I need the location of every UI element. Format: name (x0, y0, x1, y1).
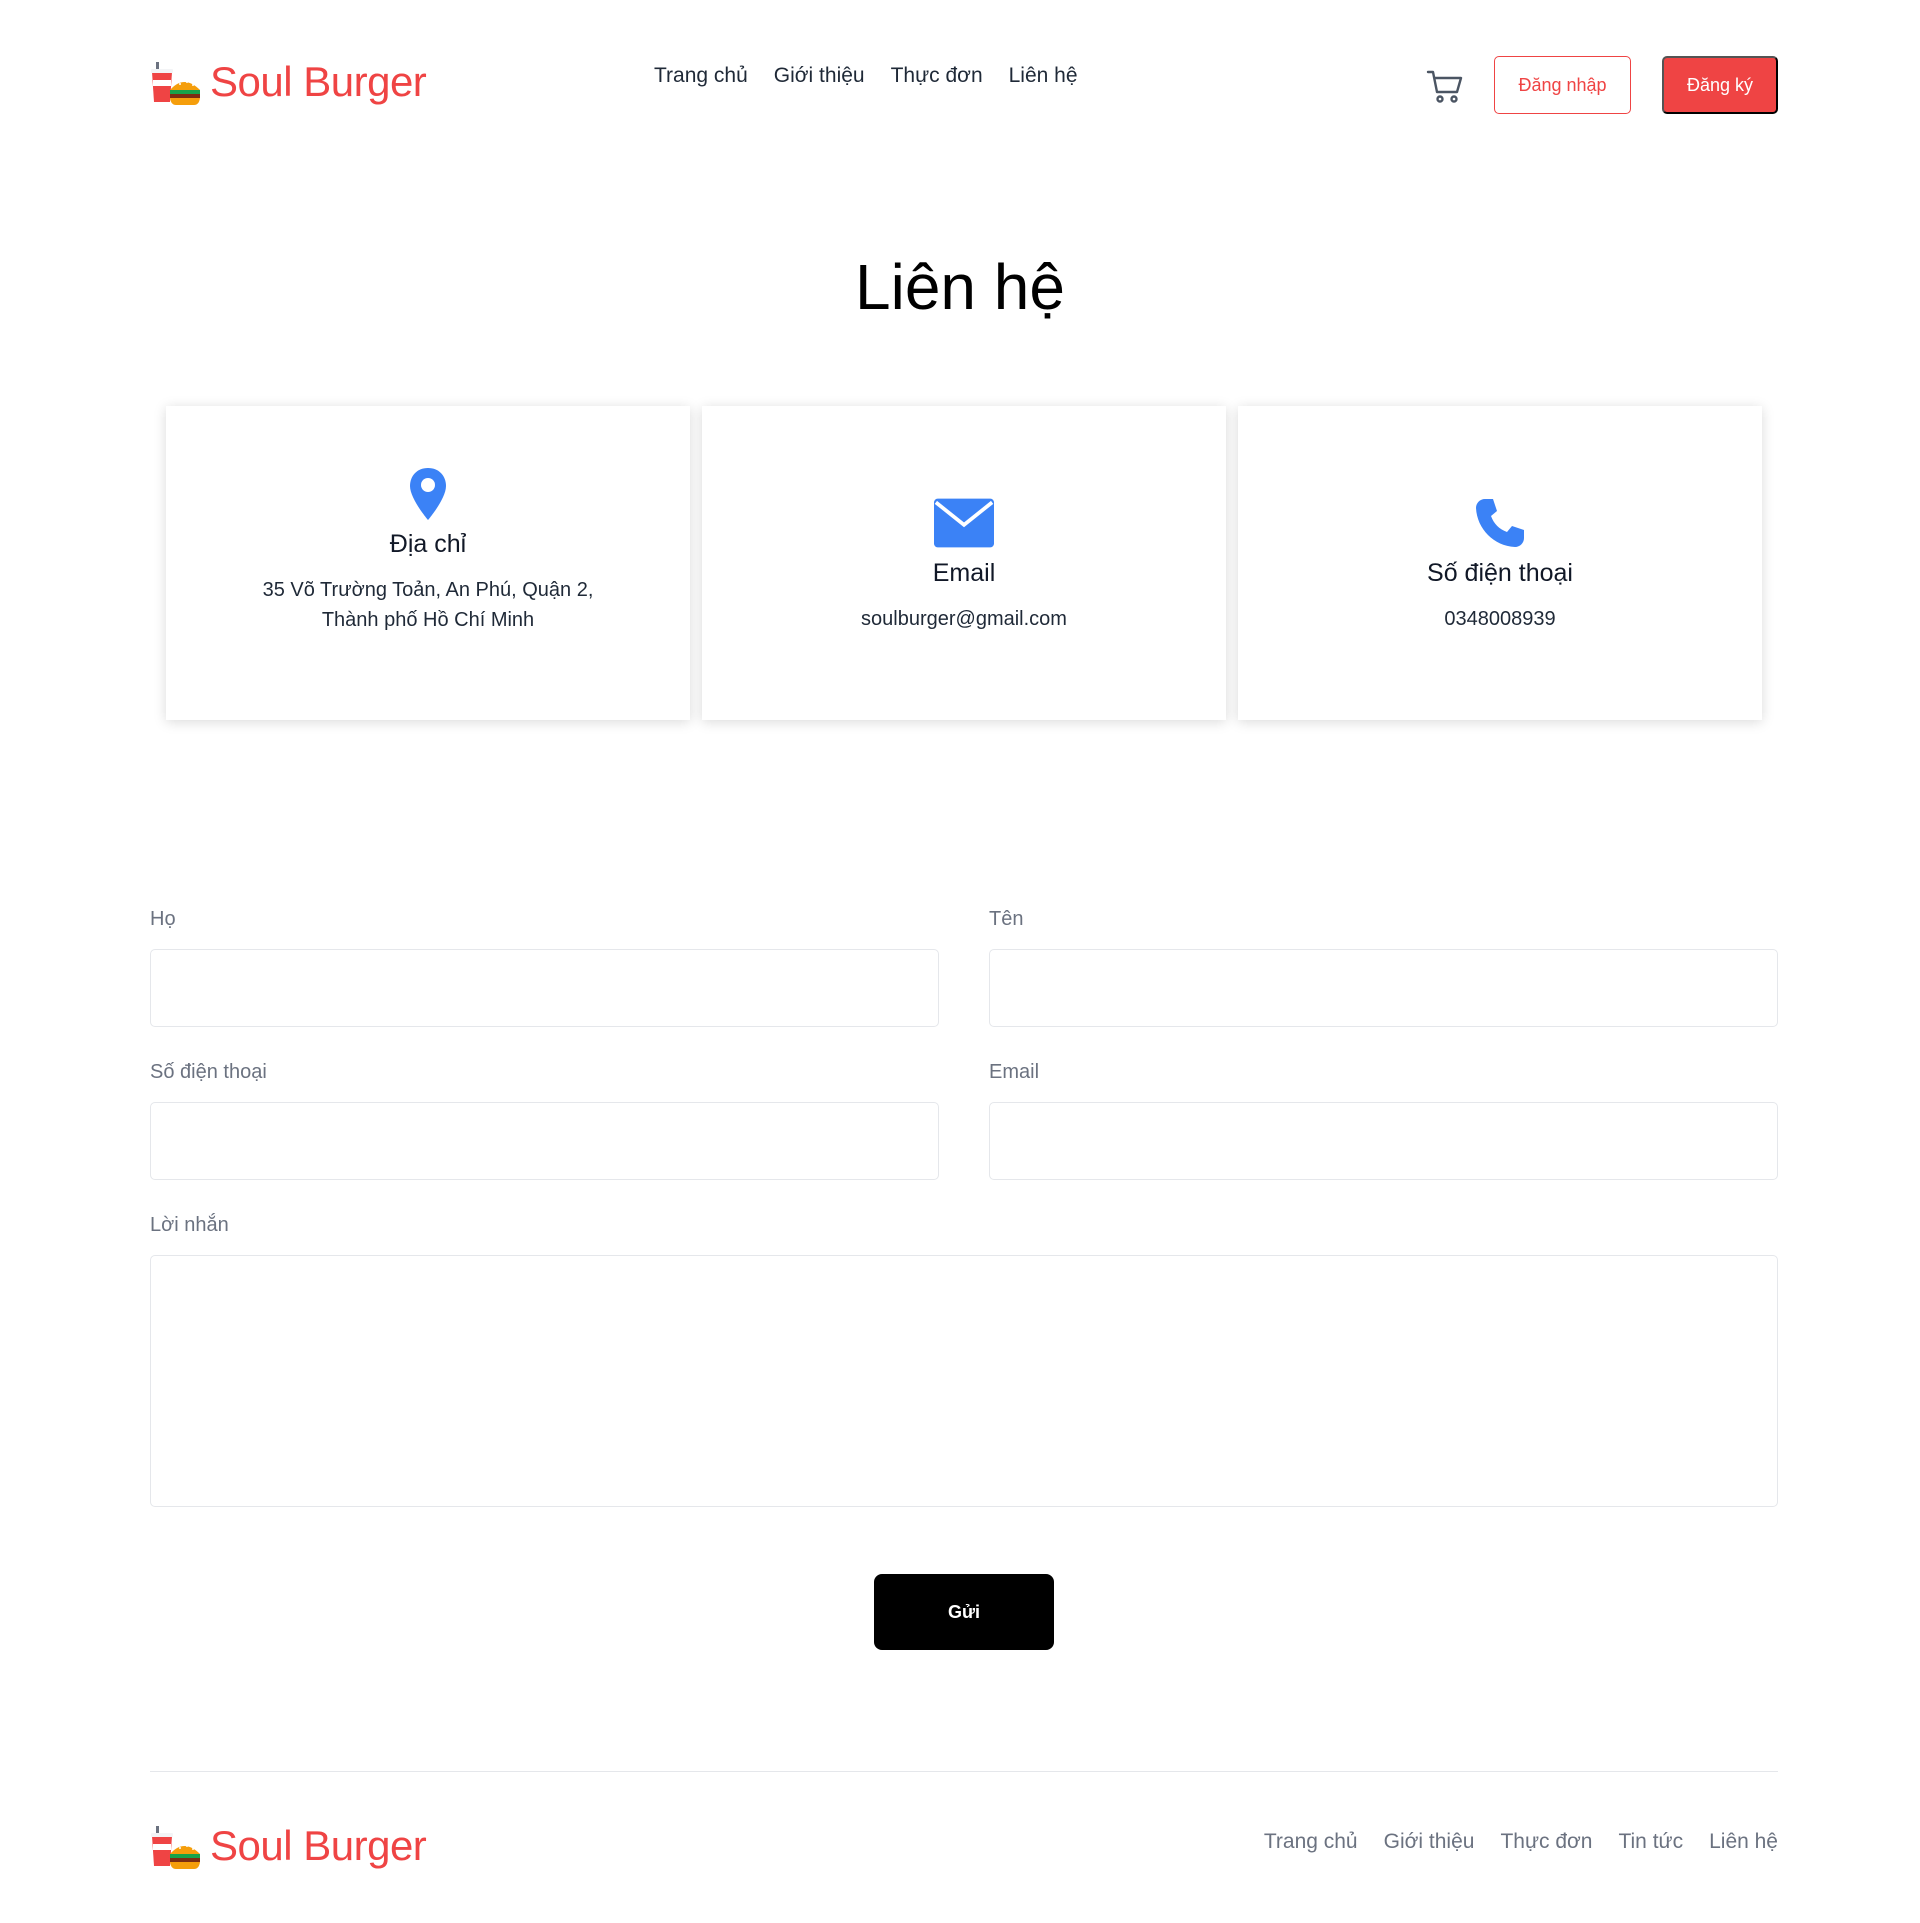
submit-button[interactable]: Gửi (874, 1574, 1054, 1650)
email-text[interactable]: soulburger@gmail.com (861, 604, 1067, 634)
main-nav: Trang chủ Giới thiệu Thực đơn Liên hệ (654, 64, 1078, 88)
burger-drink-icon (151, 1826, 200, 1869)
footer-nav-item-about[interactable]: Giới thiệu (1384, 1830, 1475, 1854)
burger-drink-icon (151, 62, 200, 105)
email-title: Email (932, 558, 996, 587)
footer-nav-item-home[interactable]: Trang chủ (1264, 1830, 1358, 1854)
page-title: Liên hệ (855, 251, 1065, 323)
nav-item-about[interactable]: Giới thiệu (774, 64, 865, 88)
phone-card: Số điện thoại 0348008939 (1238, 406, 1762, 720)
first-name-label: Tên (989, 908, 1024, 930)
address-card: Địa chỉ 35 Võ Trường Toản, An Phú, Quận … (166, 406, 690, 720)
phone-icon (1470, 493, 1530, 553)
phone-text[interactable]: 0348008939 (1444, 604, 1555, 634)
map-pin-icon (398, 464, 458, 524)
first-name-input[interactable] (989, 949, 1778, 1027)
brand-logo[interactable]: Soul Burger (150, 54, 427, 110)
footer-brand-logo[interactable]: Soul Burger (150, 1818, 427, 1874)
footer-nav-item-contact[interactable]: Liên hệ (1709, 1830, 1778, 1854)
nav-item-home[interactable]: Trang chủ (654, 64, 748, 88)
last-name-label: Họ (150, 908, 176, 930)
login-button[interactable]: Đăng nhập (1494, 56, 1631, 114)
address-text: 35 Võ Trường Toản, An Phú, Quận 2, Thành… (262, 578, 594, 631)
message-textarea[interactable] (150, 1255, 1778, 1507)
footer-nav-item-news[interactable]: Tin tức (1618, 1830, 1683, 1854)
phone-title: Số điện thoại (1427, 558, 1573, 587)
footer-brand-name: Soul Burger (210, 1822, 427, 1869)
phone-input[interactable] (150, 1102, 939, 1180)
signup-button[interactable]: Đăng ký (1662, 56, 1778, 114)
email-card: Email soulburger@gmail.com (702, 406, 1226, 720)
contact-info-cards: Địa chỉ 35 Võ Trường Toản, An Phú, Quận … (166, 406, 1762, 720)
address-title: Địa chỉ (389, 529, 467, 558)
last-name-input[interactable] (150, 949, 939, 1027)
footer-nav-item-menu[interactable]: Thực đơn (1500, 1830, 1592, 1854)
nav-item-menu[interactable]: Thực đơn (891, 64, 983, 88)
phone-label: Số điện thoại (150, 1061, 267, 1083)
message-label: Lời nhắn (150, 1214, 229, 1236)
contact-form: Họ Tên Số điện thoại Email Lời nhắn (150, 908, 1778, 1512)
envelope-icon (934, 493, 994, 553)
nav-item-contact[interactable]: Liên hệ (1009, 64, 1078, 88)
cart-icon[interactable] (1425, 66, 1465, 106)
email-input[interactable] (989, 1102, 1778, 1180)
email-label: Email (989, 1061, 1040, 1083)
footer-nav: Trang chủ Giới thiệu Thực đơn Tin tức Li… (1264, 1830, 1778, 1854)
footer-divider (150, 1771, 1778, 1772)
brand-name: Soul Burger (210, 58, 427, 105)
site-header: Soul Burger Trang chủ Giới thiệu Thực đơ… (150, 50, 1778, 120)
